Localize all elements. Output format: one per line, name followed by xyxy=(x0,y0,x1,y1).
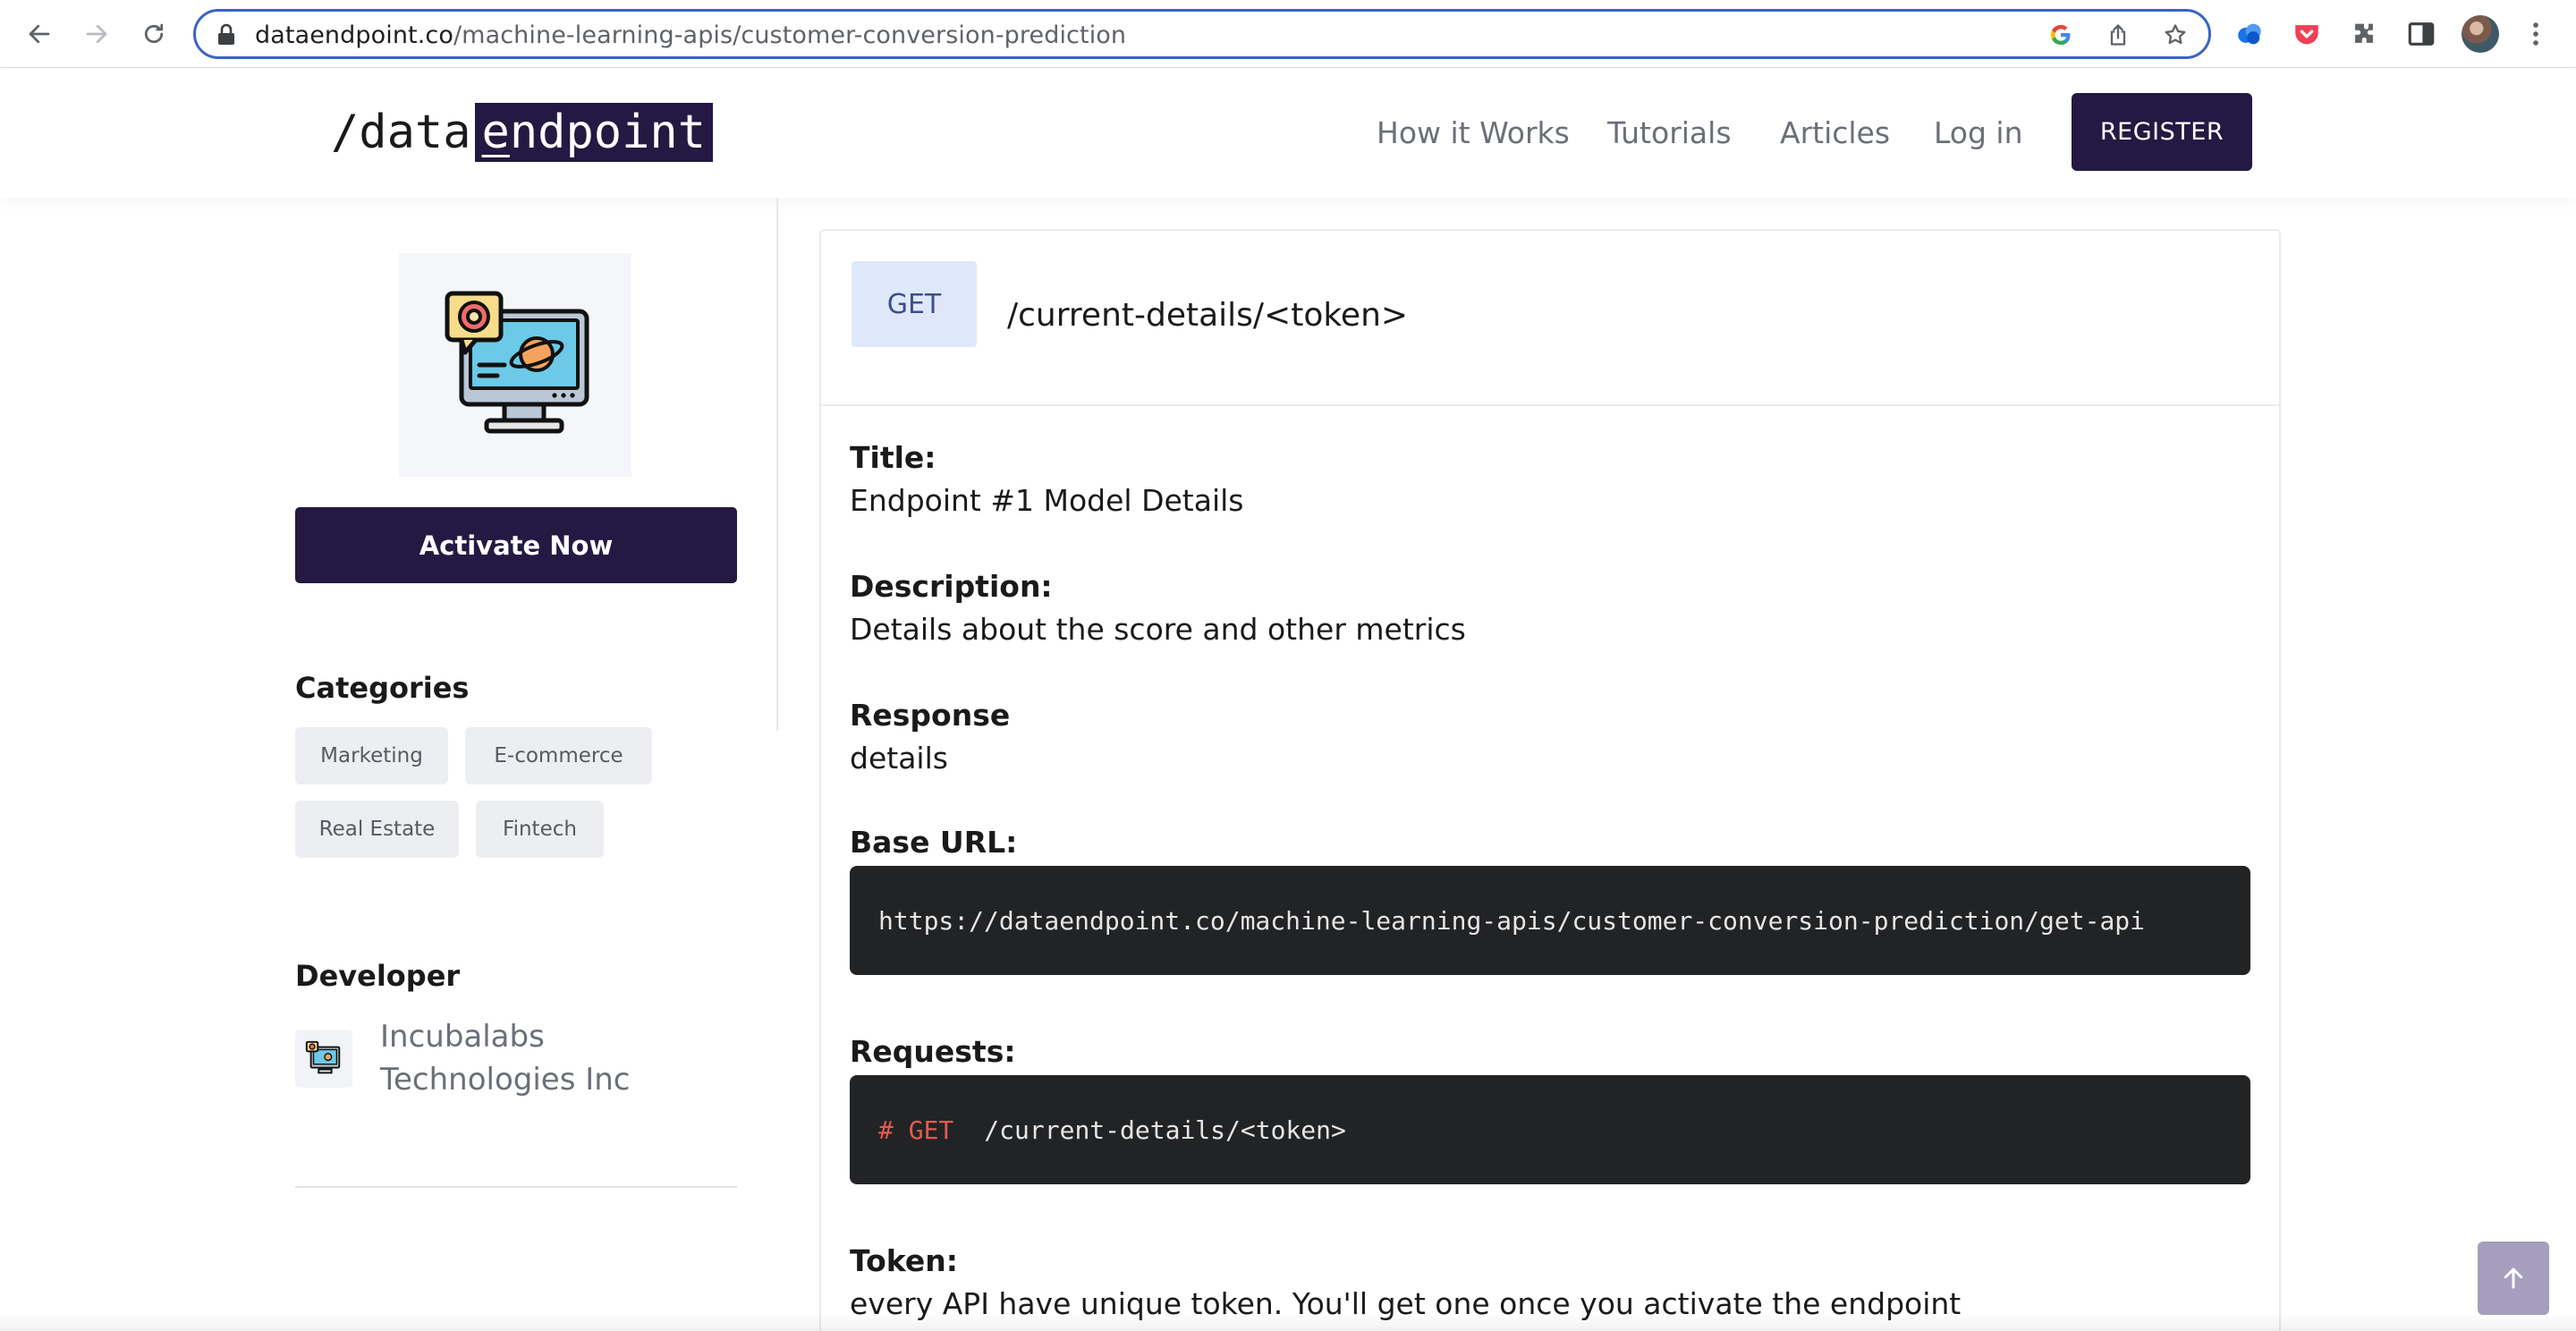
nav-how-it-works[interactable]: How it Works xyxy=(1377,115,1570,150)
request-path: /current-details/<token> xyxy=(984,1115,1346,1145)
nav-tutorials[interactable]: Tutorials xyxy=(1607,115,1732,150)
pocket-extension-button[interactable] xyxy=(2290,17,2324,51)
url-path: /machine-learning-apis/customer-conversi… xyxy=(453,21,1127,49)
token-label: Token: xyxy=(850,1243,958,1278)
response-value: details xyxy=(850,741,948,776)
description-label: Description: xyxy=(850,569,1053,604)
arrow-right-icon xyxy=(86,24,107,44)
browser-toolbar: dataendpoint.co/machine-learning-apis/cu… xyxy=(0,0,2576,68)
base-url-code-block[interactable]: https://dataendpoint.co/machine-learning… xyxy=(850,866,2250,975)
endpoint-card-header: GET /current-details/<token> xyxy=(821,231,2279,406)
site-logo[interactable]: /data endpoint xyxy=(331,103,714,162)
address-bar[interactable]: dataendpoint.co/machine-learning-apis/cu… xyxy=(193,9,2211,59)
star-icon xyxy=(2165,24,2186,45)
title-label: Title: xyxy=(850,440,936,475)
category-chip-ecommerce[interactable]: E-commerce xyxy=(465,727,652,784)
http-method-badge: GET xyxy=(852,261,977,347)
monitor-planet-icon xyxy=(445,291,589,434)
cloud-extension-icon xyxy=(2238,23,2261,45)
sidebar-separator xyxy=(295,1186,737,1188)
nav-articles[interactable]: Articles xyxy=(1780,115,1890,150)
logo-boxed-rest: ndpoint xyxy=(509,106,707,159)
base-url-value: https://dataendpoint.co/machine-learning… xyxy=(878,905,2146,936)
activate-now-button[interactable]: Activate Now xyxy=(295,507,737,583)
google-lens-button[interactable] xyxy=(2047,21,2074,48)
bookmark-button[interactable] xyxy=(2162,21,2189,48)
arrow-up-icon xyxy=(2504,1267,2523,1289)
address-url: dataendpoint.co/machine-learning-apis/cu… xyxy=(255,21,1126,49)
google-g-icon xyxy=(2050,24,2071,46)
response-label: Response xyxy=(850,698,1011,733)
category-chip-marketing[interactable]: Marketing xyxy=(295,727,448,784)
register-button[interactable]: REGISTER xyxy=(2072,93,2252,171)
logo-boxed: endpoint xyxy=(474,103,714,162)
developer-monitor-icon xyxy=(305,1040,341,1074)
requests-label: Requests: xyxy=(850,1034,1016,1069)
lock-icon xyxy=(218,23,234,45)
scroll-to-top-button[interactable] xyxy=(2478,1242,2549,1315)
arrow-left-icon xyxy=(29,24,50,44)
site-header: /data endpoint How it Works Tutorials Ar… xyxy=(0,69,2576,198)
token-value: every API have unique token. You'll get … xyxy=(850,1286,1962,1321)
request-method-keyword: # GET xyxy=(878,1115,954,1145)
developer-avatar xyxy=(295,1030,352,1088)
developer-name-link[interactable]: Incubalabs Technologies Inc xyxy=(380,1015,666,1101)
side-panel-icon xyxy=(2408,22,2435,46)
logo-boxed-underline: e xyxy=(481,106,510,159)
pocket-icon xyxy=(2295,25,2318,45)
share-button[interactable] xyxy=(2105,21,2131,48)
reload-button[interactable] xyxy=(136,16,172,52)
sidebar-divider xyxy=(776,198,778,731)
profile-avatar[interactable] xyxy=(2462,15,2499,53)
reload-icon xyxy=(144,23,164,44)
logo-prefix: /data xyxy=(331,106,471,159)
nav-log-in[interactable]: Log in xyxy=(1934,115,2023,150)
kebab-menu-icon xyxy=(2533,22,2538,46)
endpoint-path: /current-details/<token> xyxy=(1007,297,1409,334)
endpoint-card: GET /current-details/<token> Title: Endp… xyxy=(819,229,2281,1331)
description-value: Details about the score and other metric… xyxy=(850,612,1466,647)
extensions-button[interactable] xyxy=(2347,17,2381,51)
category-chip-fintech[interactable]: Fintech xyxy=(476,801,604,858)
side-panel-button[interactable] xyxy=(2404,17,2438,51)
categories-heading: Categories xyxy=(295,671,470,705)
request-code-block[interactable]: # GET /current-details/<token> xyxy=(850,1075,2250,1184)
base-url-label: Base URL: xyxy=(850,825,1018,860)
forward-button[interactable] xyxy=(79,16,114,52)
url-host: dataendpoint.co xyxy=(255,21,453,49)
back-button[interactable] xyxy=(21,16,57,52)
extension-cloud-button[interactable] xyxy=(2233,17,2267,51)
browser-menu-button[interactable] xyxy=(2519,17,2553,51)
category-chip-real-estate[interactable]: Real Estate xyxy=(295,801,459,858)
puzzle-icon xyxy=(2355,23,2373,43)
api-thumbnail xyxy=(399,253,631,477)
title-value: Endpoint #1 Model Details xyxy=(850,483,1244,518)
share-icon xyxy=(2110,24,2126,46)
developer-heading: Developer xyxy=(295,959,461,993)
